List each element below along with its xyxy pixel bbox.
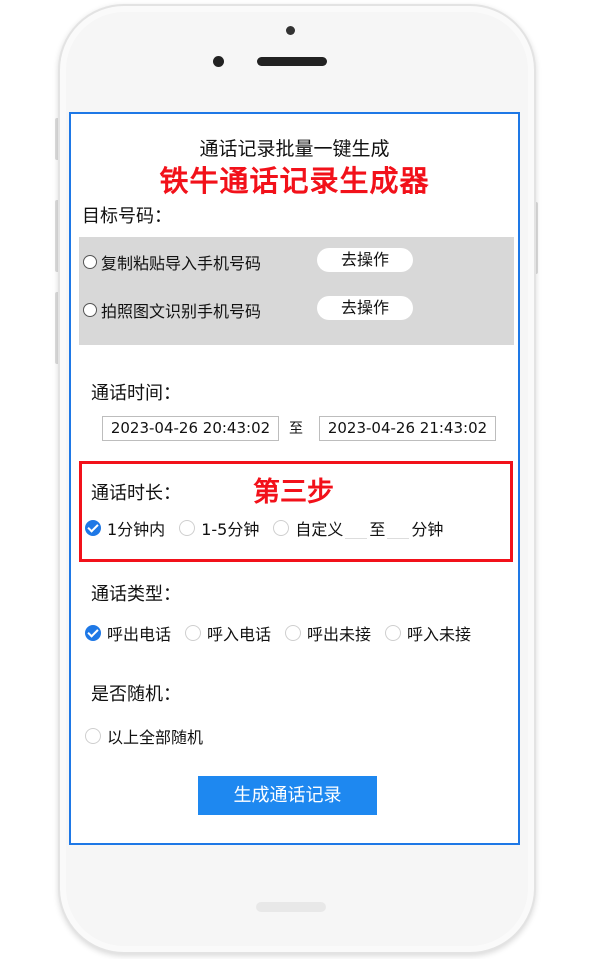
time-range-separator: 至 [289, 421, 303, 437]
call-time-label: 通话时间： [91, 383, 181, 404]
radio-icon[interactable] [83, 255, 97, 269]
call-duration-options: 1分钟内 1-5分钟 自定义 至 分钟 [85, 516, 443, 540]
radio-checked-icon[interactable] [85, 625, 101, 641]
radio-icon[interactable] [83, 303, 97, 317]
call-type-label: 通话类型： [91, 584, 181, 605]
duration-option-custom[interactable]: 自定义 至 分钟 [273, 516, 443, 540]
radio-icon[interactable] [285, 625, 302, 641]
radio-icon[interactable] [85, 728, 101, 744]
photo-ocr-go-button[interactable]: 去操作 [317, 296, 413, 320]
page-title: 铁牛通话记录生成器 [159, 164, 430, 198]
front-sensor-icon [286, 26, 295, 35]
call-type-incoming-missed[interactable]: 呼入未接 [385, 621, 471, 645]
radio-icon[interactable] [385, 625, 402, 641]
radio-icon[interactable] [185, 625, 202, 641]
call-type-outgoing-missed[interactable]: 呼出未接 [285, 621, 371, 645]
earpiece-speaker [257, 57, 327, 66]
call-duration-label: 通话时长： [91, 483, 181, 504]
duration-option-under-1min[interactable]: 1分钟内 [85, 516, 165, 540]
photo-ocr-label: 拍照图文识别手机号码 [101, 302, 262, 321]
page-subtitle: 通话记录批量一键生成 [199, 138, 390, 160]
front-camera-icon [213, 56, 224, 67]
target-numbers-label: 目标号码： [82, 206, 172, 227]
import-paste-option[interactable]: 复制粘贴导入手机号码 [83, 250, 261, 274]
import-paste-label: 复制粘贴导入手机号码 [101, 254, 262, 273]
radio-checked-icon[interactable] [85, 520, 101, 536]
end-time-field[interactable]: 2023-04-26 21:43:02 [319, 416, 496, 441]
home-indicator [256, 902, 326, 912]
photo-ocr-option[interactable]: 拍照图文识别手机号码 [83, 298, 261, 322]
paste-import-go-button[interactable]: 去操作 [317, 248, 413, 272]
random-all-option[interactable]: 以上全部随机 [85, 724, 203, 748]
start-time-field[interactable]: 2023-04-26 20:43:02 [102, 416, 279, 441]
custom-min-input[interactable] [345, 518, 368, 539]
call-type-incoming[interactable]: 呼入电话 [185, 621, 271, 645]
app-screen: 通话记录批量一键生成 铁牛通话记录生成器 目标号码： 复制粘贴导入手机号码 去操… [69, 112, 520, 845]
step-annotation: 第三步 [253, 477, 334, 508]
custom-max-input[interactable] [387, 518, 410, 539]
custom-range-separator: 至 [369, 520, 386, 539]
generate-call-log-button[interactable]: 生成通话记录 [198, 776, 377, 815]
random-label: 是否随机： [91, 684, 181, 705]
duration-option-1-5min[interactable]: 1-5分钟 [179, 516, 259, 540]
radio-icon[interactable] [179, 520, 196, 536]
call-type-outgoing[interactable]: 呼出电话 [85, 621, 171, 645]
call-type-options: 呼出电话 呼入电话 呼出未接 呼入未接 [85, 621, 471, 645]
custom-unit-label: 分钟 [411, 520, 444, 539]
radio-icon[interactable] [273, 520, 290, 536]
